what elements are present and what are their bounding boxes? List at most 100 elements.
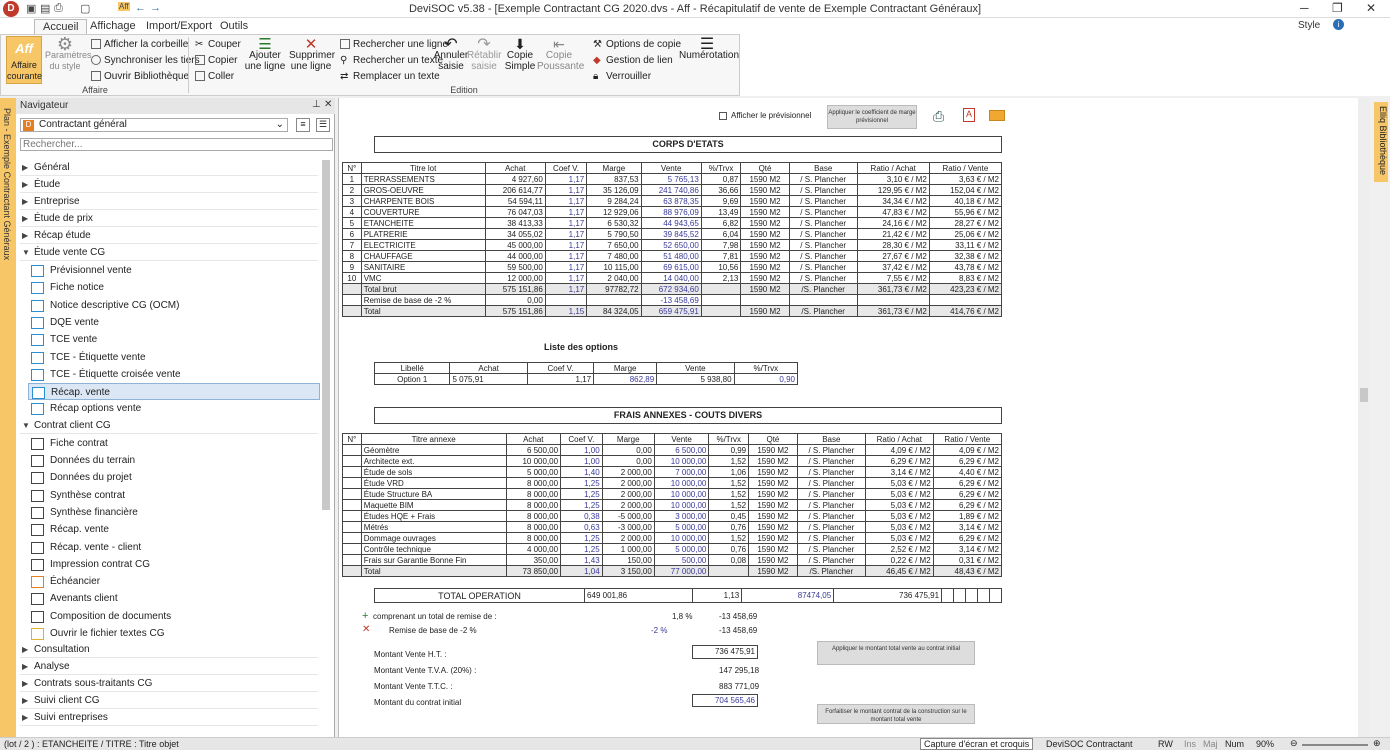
coller-button[interactable]: Coller — [195, 71, 234, 82]
table-cell[interactable]: 6,29 € / M2 — [864, 455, 934, 467]
copie-poussante-button[interactable]: ⇤ Copie Poussante — [537, 37, 584, 72]
table-cell[interactable]: 575 151,86 — [484, 283, 546, 295]
nav-item-cc-6[interactable]: Récap. vente - client — [28, 539, 320, 556]
table-cell[interactable]: / S. Plancher — [796, 488, 866, 500]
table-cell[interactable]: 1,13 — [691, 588, 743, 603]
table-cell[interactable]: 40,18 € / M2 — [928, 195, 1003, 207]
forfaitiser-button[interactable]: Forfaitiser le montant contrat de la con… — [817, 704, 975, 724]
table-cell[interactable]: 7,98 — [700, 239, 742, 251]
affaire-courante-button[interactable]: Aff Affaire courante — [6, 36, 42, 84]
table-cell[interactable]: 1590 M2 — [748, 532, 798, 544]
navigator-search-input[interactable]: Rechercher... — [20, 138, 333, 151]
table-cell[interactable]: 6,29 € / M2 — [932, 477, 1003, 489]
nav-item-ev-2[interactable]: Notice descriptive CG (OCM) — [28, 297, 320, 314]
table-cell[interactable]: 1,17 — [544, 228, 588, 240]
table-cell[interactable]: 6,29 € / M2 — [932, 488, 1003, 500]
table-cell[interactable]: 0,87 — [700, 173, 742, 185]
table-cell[interactable]: 8,83 € / M2 — [928, 272, 1003, 284]
table-cell[interactable] — [700, 305, 742, 317]
table-cell[interactable] — [342, 554, 362, 566]
synchroniser-tiers-button[interactable]: Synchroniser les tiers — [91, 55, 200, 66]
table-cell[interactable]: 7 650,00 — [586, 239, 642, 251]
nav-section-2[interactable]: ▶ Entreprise — [20, 194, 318, 210]
table-cell[interactable]: 5 — [342, 217, 362, 229]
table-cell[interactable]: 59 500,00 — [484, 261, 546, 273]
table-cell[interactable]: 5,03 € / M2 — [864, 532, 934, 544]
minimize-icon[interactable]: ─ — [1300, 1, 1309, 15]
table-cell[interactable]: 88 976,09 — [640, 206, 702, 218]
remplacer-texte-button[interactable]: ⇄ Remplacer un texte — [340, 71, 440, 82]
table-cell[interactable]: 1,06 — [708, 466, 750, 478]
table-cell[interactable]: 45 000,00 — [484, 239, 546, 251]
document-scrollbar[interactable] — [1358, 98, 1370, 738]
table-cell[interactable]: 32,38 € / M2 — [928, 250, 1003, 262]
supprimer-ligne-button[interactable]: ✕ Supprimer une ligne — [289, 37, 335, 72]
table-cell[interactable] — [342, 455, 362, 467]
table-cell[interactable] — [953, 588, 966, 603]
nav-item-cc-2[interactable]: Données du projet — [28, 469, 320, 486]
ouvrir-bibliotheque-button[interactable]: Ouvrir Bibliothèque — [91, 71, 189, 82]
table-cell[interactable]: 4 000,00 — [505, 543, 562, 555]
table-cell[interactable]: 33,11 € / M2 — [928, 239, 1003, 251]
table-cell[interactable]: 8 — [342, 250, 362, 262]
copie-simple-button[interactable]: ⬇ Copie Simple — [504, 37, 536, 72]
nav-item-ev-3[interactable]: DQE vente — [28, 314, 320, 331]
nav-item-cc-10[interactable]: Composition de documents — [28, 608, 320, 625]
table-cell[interactable]: 5 938,80 — [656, 373, 735, 385]
nav-item-ev-7[interactable]: Récap. vente — [28, 383, 320, 401]
nav-section-1[interactable]: ▶ Étude — [20, 177, 318, 193]
table-cell[interactable]: 862,89 — [593, 373, 658, 385]
table-cell[interactable]: 3 — [342, 195, 362, 207]
table-cell[interactable]: Géomètre — [360, 444, 507, 456]
table-cell[interactable]: 4 — [342, 206, 362, 218]
table-cell[interactable] — [342, 510, 362, 522]
table-cell[interactable]: 5,03 € / M2 — [864, 521, 934, 533]
table-cell[interactable]: 87474,05 — [741, 588, 835, 603]
table-cell[interactable]: 10 000,00 — [653, 499, 710, 511]
table-cell[interactable] — [342, 565, 362, 577]
table-cell[interactable]: 5 000,00 — [653, 521, 710, 533]
nav-section-0[interactable]: ▶ Général — [20, 160, 318, 176]
table-cell[interactable] — [544, 294, 588, 306]
table-cell[interactable]: 76 047,03 — [484, 206, 546, 218]
table-cell[interactable] — [708, 565, 750, 577]
table-cell[interactable]: 7,81 — [700, 250, 742, 262]
table-cell[interactable]: / S. Plancher — [796, 499, 866, 511]
table-cell[interactable]: CHARPENTE BOIS — [360, 195, 486, 207]
table-cell[interactable]: 1590 M2 — [740, 173, 790, 185]
nav-section-b2[interactable]: ▶ Contrats sous-traitants CG — [20, 676, 318, 693]
table-cell[interactable]: 1 — [342, 173, 362, 185]
table-cell[interactable]: 63 878,35 — [640, 195, 702, 207]
table-cell[interactable]: 500,00 — [653, 554, 710, 566]
table-cell[interactable]: 1590 M2 — [740, 195, 790, 207]
table-cell[interactable]: 2,52 € / M2 — [864, 543, 934, 555]
zoom-slider[interactable] — [1302, 744, 1368, 746]
table-cell[interactable]: 12 000,00 — [484, 272, 546, 284]
table-cell[interactable]: 84 324,05 — [586, 305, 642, 317]
table-cell[interactable]: 38 413,33 — [484, 217, 546, 229]
table-cell[interactable]: 0,38 — [560, 510, 603, 522]
table-cell[interactable]: 8 000,00 — [505, 499, 562, 511]
table-cell[interactable]: 1,17 — [544, 250, 588, 262]
table-cell[interactable] — [342, 477, 362, 489]
table-cell[interactable]: 1,17 — [544, 173, 588, 185]
table-cell[interactable]: 1590 M2 — [740, 206, 790, 218]
table-cell[interactable]: 48,43 € / M2 — [932, 565, 1003, 577]
table-cell[interactable]: 54 594,11 — [484, 195, 546, 207]
table-cell[interactable]: / S. Plancher — [796, 444, 866, 456]
table-cell[interactable]: 206 614,77 — [484, 184, 546, 196]
table-cell[interactable]: 10 000,00 — [653, 455, 710, 467]
table-cell[interactable]: 55,96 € / M2 — [928, 206, 1003, 218]
table-cell[interactable]: / S. Plancher — [796, 510, 866, 522]
table-cell[interactable]: Total — [360, 565, 507, 577]
table-cell[interactable]: 0,90 — [733, 373, 799, 385]
table-cell[interactable]: 28,30 € / M2 — [856, 239, 930, 251]
tab-import-export[interactable]: Import/Export — [138, 19, 220, 34]
table-cell[interactable]: 47,83 € / M2 — [856, 206, 930, 218]
table-cell[interactable]: COUVERTURE — [360, 206, 486, 218]
nav-item-ev-8[interactable]: Récap options vente — [28, 400, 320, 417]
table-cell[interactable]: 6,04 — [700, 228, 742, 240]
table-cell[interactable]: 1590 M2 — [748, 521, 798, 533]
table-cell[interactable]: 2 000,00 — [601, 532, 655, 544]
table-cell[interactable]: 649 001,86 — [584, 588, 693, 603]
